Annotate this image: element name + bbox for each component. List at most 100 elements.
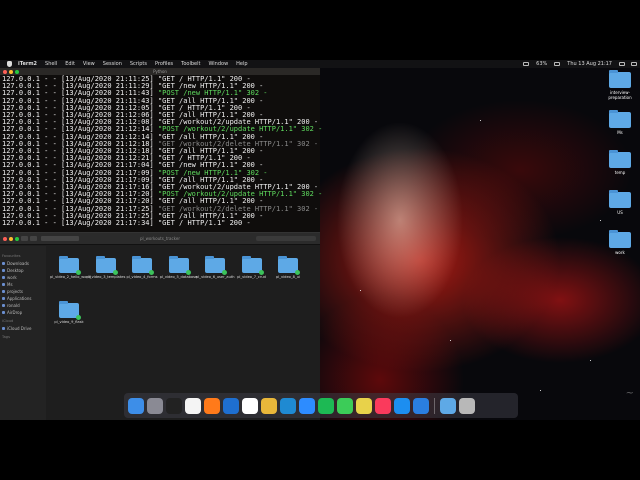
finder-zoom-button[interactable] [15, 236, 19, 241]
battery-percent[interactable]: 63% [532, 61, 551, 67]
folder-icon [241, 256, 264, 275]
folder-item[interactable]: pl_video_4_forms [123, 256, 161, 280]
star [480, 120, 481, 121]
iterm-window[interactable]: Python 127.0.0.1 - - [13/Aug/2020 21:11:… [0, 68, 322, 232]
desktop-folder[interactable]: US [600, 190, 640, 215]
folder-icon [609, 110, 631, 128]
photos-icon[interactable] [356, 397, 372, 414]
menu-toolbelt[interactable]: Toolbelt [177, 61, 204, 67]
zoom-icon[interactable] [299, 397, 315, 414]
messages-icon[interactable] [337, 397, 353, 414]
synced-check-icon [76, 315, 81, 320]
music-icon[interactable] [375, 397, 391, 414]
desktop-folder[interactable]: interview-preparation [600, 70, 640, 100]
star [590, 360, 591, 361]
sidebar-item[interactable]: ronald [2, 302, 44, 309]
safari-icon[interactable] [413, 397, 429, 414]
spotify-icon[interactable] [318, 397, 334, 414]
sidebar-item[interactable]: Downloads [2, 260, 44, 267]
sidebar-item[interactable]: projects [2, 288, 44, 295]
iterm-titlebar[interactable]: Python [0, 68, 320, 75]
folder-item[interactable]: pl_video_9_flask [50, 301, 88, 325]
folder-icon [132, 256, 154, 275]
menu-window[interactable]: Window [204, 61, 232, 67]
downloads-folder-icon[interactable] [440, 397, 456, 414]
iterm-title: Python [153, 69, 167, 74]
folder-item[interactable]: pl_video_7_crud [233, 256, 271, 280]
menu-session[interactable]: Session [99, 61, 126, 67]
folder-icon [609, 70, 631, 88]
finder-window[interactable]: pl_workouts_tracker Favourites Downloads D… [0, 232, 320, 420]
menu-profiles[interactable]: Profiles [151, 61, 177, 67]
finder-sidebar: Favourites Downloads Desktop work Ms projects… [0, 246, 46, 420]
wifi-icon[interactable] [523, 62, 530, 66]
desktop-folder-label: interview-preparation [608, 90, 632, 100]
sidebar-item-label: projects [7, 289, 23, 294]
spotlight-icon[interactable] [619, 62, 625, 66]
dock [124, 393, 518, 418]
sidebar-item[interactable]: Applications [2, 295, 44, 302]
finder-close-button[interactable] [3, 236, 7, 241]
finder-minimize-button[interactable] [9, 236, 13, 241]
desktop-folder[interactable]: temp [600, 150, 640, 175]
synced-check-icon [149, 270, 154, 275]
folder-icon [205, 256, 227, 275]
folder-item[interactable]: pl_video_2_hello_world [50, 256, 91, 280]
folder-label: pl_video_4_forms [126, 275, 158, 279]
firefox-icon[interactable] [204, 397, 220, 414]
control-center-icon[interactable] [631, 62, 637, 66]
trash-icon[interactable] [459, 397, 475, 414]
view-mode-segment[interactable] [41, 236, 79, 241]
sidebar-item[interactable]: Desktop [2, 267, 44, 274]
chrome-icon[interactable] [261, 397, 277, 414]
folder-icon [2, 283, 5, 286]
folder-item[interactable]: pl_video_3_templates [86, 256, 126, 280]
terminal-output[interactable]: 127.0.0.1 - - [13/Aug/2020 21:11:25] "GE… [0, 75, 322, 228]
sidebar-item[interactable]: AirDrop [2, 309, 44, 316]
menu-shell[interactable]: Shell [41, 61, 61, 67]
sidebar-section-heading: Favourites [2, 254, 21, 258]
folder-item[interactable]: pl_video_6_user_auth [196, 256, 235, 280]
calendar-icon[interactable] [185, 397, 201, 414]
menu-view[interactable]: View [79, 61, 99, 67]
vscode-icon[interactable] [280, 397, 296, 414]
menu-help[interactable]: Help [232, 61, 251, 67]
clock[interactable]: Thu 13 Aug 21:17 [563, 61, 616, 67]
folder-icon [2, 327, 5, 330]
folder-icon [2, 311, 5, 314]
sidebar-item-label: work [7, 275, 17, 280]
sidebar-item[interactable]: Ms [2, 281, 44, 288]
folder-icon [609, 230, 631, 248]
finder-icon[interactable] [128, 397, 144, 414]
folder-label: pl_video_7_crud [237, 275, 266, 279]
forward-button[interactable] [30, 236, 37, 241]
finder-search-input[interactable] [256, 236, 316, 241]
menu-iterm2[interactable]: iTerm2 [14, 61, 41, 67]
menu-scripts[interactable]: Scripts [126, 61, 151, 67]
desktop-folder[interactable]: Ms [600, 110, 640, 135]
folder-icon [2, 290, 5, 293]
synced-check-icon [112, 270, 118, 275]
folder-label: pl_video_9_flask [54, 320, 84, 324]
launchpad-icon[interactable] [147, 397, 163, 414]
iterm-icon[interactable] [166, 397, 182, 414]
star [450, 340, 451, 341]
sidebar-item[interactable]: iCloud Drive [2, 325, 44, 332]
menu-edit[interactable]: Edit [61, 61, 79, 67]
folder-label: pl_video_8_ui [275, 275, 301, 279]
folder-icon [2, 304, 5, 307]
folder-item[interactable]: pl_video_5_database [160, 256, 198, 280]
notion-icon[interactable] [242, 397, 258, 414]
outlook-icon[interactable] [223, 397, 239, 414]
folder-label: pl_video_3_templates [86, 275, 126, 279]
folder-item[interactable]: pl_video_8_ui [269, 256, 307, 280]
battery-icon[interactable] [554, 62, 561, 66]
desktop-folder[interactable]: work [600, 230, 640, 255]
appstore-icon[interactable] [394, 397, 410, 414]
folder-icon [168, 256, 191, 275]
finder-title: pl_workouts_tracker [140, 236, 180, 241]
sidebar-item[interactable]: work [2, 274, 44, 281]
back-button[interactable] [21, 236, 28, 241]
apple-icon[interactable] [7, 61, 12, 67]
folder-icon [59, 301, 81, 320]
